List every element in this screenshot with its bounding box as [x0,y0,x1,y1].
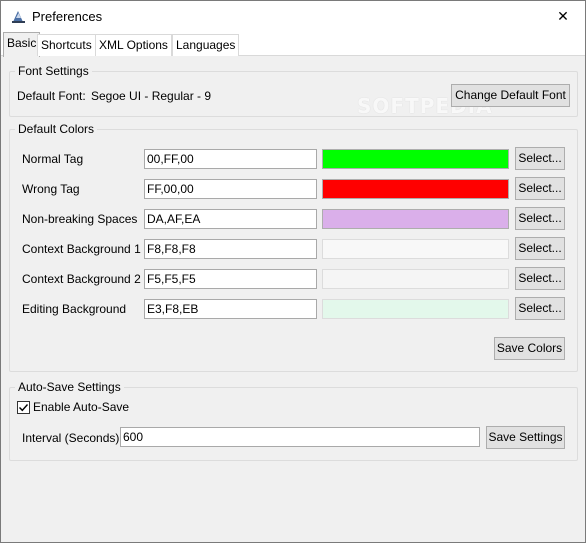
auto-save-group [9,387,578,461]
font-settings-label: Font Settings [15,64,92,78]
tab-shortcuts[interactable]: Shortcuts [37,34,96,56]
close-icon: ✕ [557,8,569,24]
color-row-label: Context Background 2 [22,272,141,286]
color-value-field[interactable]: F8,F8,F8 [144,239,317,259]
save-settings-button[interactable]: Save Settings [486,426,565,449]
color-value-field[interactable]: 00,FF,00 [144,149,317,169]
select-color-button[interactable]: Select... [515,297,565,320]
save-colors-button[interactable]: Save Colors [494,337,565,360]
color-row-label: Normal Tag [22,152,84,166]
app-icon [10,8,27,25]
tab-strip: Basic Shortcuts XML Options Languages [1,32,585,57]
select-color-button[interactable]: Select... [515,267,565,290]
enable-auto-save-checkbox[interactable] [17,401,30,414]
title-bar[interactable]: Preferences ✕ [1,1,585,32]
interval-label: Interval (Seconds) [22,431,120,445]
default-font-label: Default Font: [17,89,86,103]
tab-basic[interactable]: Basic [3,32,41,57]
color-swatch [322,209,509,229]
color-row-label: Wrong Tag [22,182,80,196]
color-swatch [322,299,509,319]
interval-input[interactable]: 600 [120,427,480,447]
color-value-field[interactable]: E3,F8,EB [144,299,317,319]
default-font-value: Segoe UI - Regular - 9 [91,89,212,103]
select-color-button[interactable]: Select... [515,207,565,230]
color-row-label: Editing Background [22,302,127,316]
color-value-field[interactable]: F5,F5,F5 [144,269,317,289]
color-swatch [322,239,509,259]
color-value-field[interactable]: DA,AF,EA [144,209,317,229]
default-colors-label: Default Colors [15,122,98,136]
window-title: Preferences [32,9,103,24]
close-button[interactable]: ✕ [541,1,585,32]
checkmark-icon [19,404,29,412]
color-swatch [322,149,509,169]
preferences-window: Preferences ✕ Basic Shortcuts XML Option… [0,0,586,543]
tab-xml-options[interactable]: XML Options [95,34,172,56]
color-row-label: Non-breaking Spaces [22,212,138,226]
tab-languages[interactable]: Languages [172,34,240,56]
color-row-label: Context Background 1 [22,242,141,256]
change-default-font-button[interactable]: Change Default Font [451,84,570,107]
select-color-button[interactable]: Select... [515,177,565,200]
color-swatch [322,269,509,289]
color-value-field[interactable]: FF,00,00 [144,179,317,199]
enable-auto-save-label[interactable]: Enable Auto-Save [33,400,129,414]
color-swatch [322,179,509,199]
select-color-button[interactable]: Select... [515,147,565,170]
select-color-button[interactable]: Select... [515,237,565,260]
auto-save-label: Auto-Save Settings [15,380,124,394]
